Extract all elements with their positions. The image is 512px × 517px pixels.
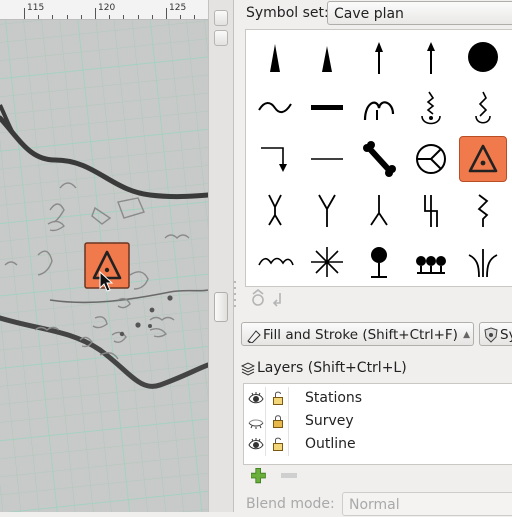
blend-mode-select[interactable]: Normal xyxy=(342,492,512,516)
entrance-icon[interactable] xyxy=(459,136,507,182)
wave-icon[interactable] xyxy=(251,84,299,130)
fork-icon[interactable] xyxy=(459,239,507,285)
column-divider xyxy=(265,410,266,433)
layer-name[interactable]: Stations xyxy=(305,390,362,406)
column-divider xyxy=(265,387,266,410)
symbol-set-select[interactable]: Cave plan xyxy=(327,1,512,25)
lock-closed-icon[interactable] xyxy=(272,414,284,428)
scroll-down-button[interactable] xyxy=(214,30,228,46)
line-icon[interactable] xyxy=(303,136,351,182)
bone-icon[interactable] xyxy=(355,136,403,182)
add-symbol-icon[interactable] xyxy=(252,289,264,306)
y-junction-icon[interactable] xyxy=(303,187,351,233)
eye-open-icon[interactable] xyxy=(248,436,264,452)
layers-icon xyxy=(241,362,255,376)
helix-icon[interactable] xyxy=(459,187,507,233)
layer-name[interactable]: Survey xyxy=(305,413,354,429)
remove-layer-icon[interactable] xyxy=(281,473,297,478)
lock-open-icon[interactable] xyxy=(272,391,284,405)
symbol-grid xyxy=(245,29,512,287)
dock-panel: Symbol set: Cave plan Fill and Stroke (S… xyxy=(236,0,512,516)
layer-toolbar xyxy=(250,466,301,490)
tree-icon[interactable] xyxy=(355,239,403,285)
vertical-scrollbar[interactable] xyxy=(208,0,234,512)
lambda-icon[interactable] xyxy=(355,187,403,233)
tab-fill-and-stroke-label: Fill and Stroke (Shift+Ctrl+F) xyxy=(263,327,458,343)
eye-open-icon[interactable] xyxy=(248,390,264,406)
layer-row[interactable]: Outline xyxy=(244,433,512,456)
tab-dropdown-icon[interactable]: ▲ xyxy=(463,323,470,345)
layer-row[interactable]: Survey xyxy=(244,410,512,433)
spring-icon[interactable] xyxy=(407,84,455,130)
blend-mode-label: Blend mode: xyxy=(246,496,335,512)
ruler-tick-label: 125 xyxy=(169,3,187,13)
stalagmite-icon[interactable] xyxy=(251,34,299,80)
layer-name[interactable]: Outline xyxy=(305,436,356,452)
add-layer-icon[interactable] xyxy=(250,468,266,484)
lock-open-icon[interactable] xyxy=(272,437,284,451)
shield-icon xyxy=(484,327,498,343)
layer-row[interactable]: Stations xyxy=(244,387,512,410)
arrow-up-small-icon[interactable] xyxy=(407,34,455,80)
tab-symbols[interactable]: Sy xyxy=(479,322,512,346)
symbol-set-label: Symbol set: xyxy=(246,5,329,21)
remove-symbol-icon[interactable] xyxy=(272,293,281,307)
fill-stroke-icon xyxy=(247,330,261,343)
pit-icon[interactable] xyxy=(459,34,507,80)
layer-list: Stations Survey Outline xyxy=(243,383,512,465)
ruler-tick-label: 115 xyxy=(27,3,45,13)
bifurcate-icon[interactable] xyxy=(251,187,299,233)
eye-closed-icon[interactable] xyxy=(248,413,264,429)
bar-icon[interactable] xyxy=(303,84,351,130)
drawing-canvas[interactable]: 115 120 125 xyxy=(0,0,208,512)
water-flow-icon[interactable] xyxy=(459,84,507,130)
column-divider xyxy=(265,433,266,456)
stalactite-icon[interactable] xyxy=(303,34,351,80)
layers-panel-title: Layers (Shift+Ctrl+L) xyxy=(257,360,407,376)
scrollbar-thumb[interactable] xyxy=(214,292,228,322)
horizontal-ruler: 115 120 125 xyxy=(0,0,208,20)
column-divider xyxy=(288,433,289,456)
asterisk-icon[interactable] xyxy=(303,239,351,285)
squiggle-icon[interactable] xyxy=(251,239,299,285)
column-divider xyxy=(288,410,289,433)
scroll-up-button[interactable] xyxy=(214,10,228,26)
dock-tabs: Fill and Stroke (Shift+Ctrl+F) ▲ Sy xyxy=(241,322,512,346)
arch-icon[interactable] xyxy=(355,84,403,130)
circle-cross-icon[interactable] xyxy=(407,136,455,182)
arrow-up-icon[interactable] xyxy=(355,34,403,80)
column-divider xyxy=(288,387,289,410)
cluster-icon[interactable] xyxy=(407,239,455,285)
canvas-drawing xyxy=(0,0,208,512)
step-arrow-icon[interactable] xyxy=(251,136,299,182)
ruler-tick-label: 120 xyxy=(98,3,116,13)
zigzag-icon[interactable] xyxy=(407,187,455,233)
tab-symbols-label: Sy xyxy=(500,327,512,343)
tab-fill-and-stroke[interactable]: Fill and Stroke (Shift+Ctrl+F) ▲ xyxy=(241,322,474,346)
